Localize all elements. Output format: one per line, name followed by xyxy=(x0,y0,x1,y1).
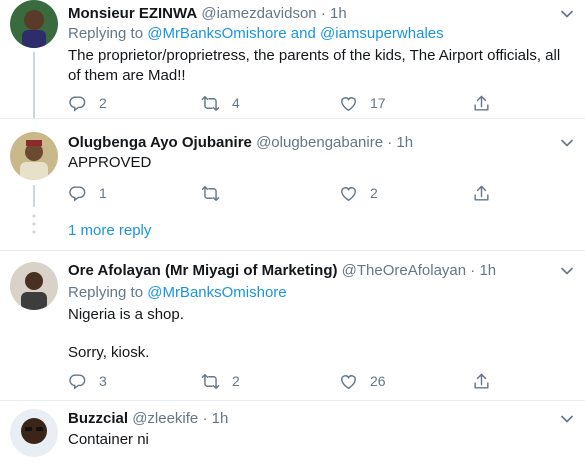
tweet-text: APPROVED xyxy=(68,154,152,171)
chevron-down-icon[interactable] xyxy=(557,4,577,24)
display-name[interactable]: Olugbenga Ayo Ojubanire xyxy=(68,134,252,151)
like-button[interactable]: 2 xyxy=(339,182,378,204)
heart-icon xyxy=(339,184,358,203)
display-name[interactable]: Ore Afolayan (Mr Miyagi of Marketing) xyxy=(68,262,337,279)
reply-count: 2 xyxy=(99,95,107,111)
reply-count: 1 xyxy=(99,185,107,201)
handle[interactable]: @zleekife xyxy=(132,410,198,427)
tweet-header: Olugbenga Ayo Ojubanire @olugbengabanire… xyxy=(68,133,413,153)
display-name[interactable]: Buzzcial xyxy=(68,410,128,427)
tweet-header: Ore Afolayan (Mr Miyagi of Marketing) @T… xyxy=(68,261,496,281)
avatar[interactable] xyxy=(10,262,58,310)
replying-to: Replying to @MrBanksOmishore xyxy=(68,283,287,303)
tweet-1[interactable]: Monsieur EZINWA @iamezdavidson · 1h Repl… xyxy=(0,0,585,118)
heart-icon xyxy=(339,94,358,113)
tweet-3[interactable]: Ore Afolayan (Mr Miyagi of Marketing) @T… xyxy=(0,251,585,401)
share-icon xyxy=(472,372,491,391)
reply-count: 3 xyxy=(99,373,107,389)
heart-icon xyxy=(339,372,358,391)
retweet-icon xyxy=(201,184,220,203)
retweet-button[interactable]: 2 xyxy=(201,370,240,392)
chevron-down-icon[interactable] xyxy=(557,409,577,429)
avatar[interactable] xyxy=(10,0,58,48)
display-name[interactable]: Monsieur EZINWA xyxy=(68,5,197,22)
like-button[interactable]: 17 xyxy=(339,92,386,114)
timestamp[interactable]: 1h xyxy=(396,134,413,151)
tweet-text: The proprietor/proprietress, the parents… xyxy=(68,47,561,84)
share-icon xyxy=(472,184,491,203)
retweet-icon xyxy=(201,94,220,113)
reply-icon xyxy=(68,94,87,113)
timestamp[interactable]: 1h xyxy=(212,410,229,427)
tweet-header: Buzzcial @zleekife · 1h xyxy=(68,409,228,429)
replying-to-label: Replying to xyxy=(68,284,144,301)
replying-to: Replying to @MrBanksOmishore and @iamsup… xyxy=(68,24,444,44)
timestamp[interactable]: 1h xyxy=(479,262,496,279)
separator: · xyxy=(202,410,208,427)
tweet-actions: 1 2 xyxy=(68,182,508,204)
like-count: 17 xyxy=(370,95,386,111)
reply-mentions[interactable]: @MrBanksOmishore xyxy=(147,284,286,301)
like-count: 26 xyxy=(370,373,386,389)
reply-icon xyxy=(68,372,87,391)
avatar[interactable] xyxy=(10,132,58,180)
tweet-text: Container ni xyxy=(68,431,149,448)
tweet-4[interactable]: Buzzcial @zleekife · 1h Container ni xyxy=(0,401,585,463)
chevron-down-icon[interactable] xyxy=(557,133,577,153)
handle[interactable]: @TheOreAfolayan xyxy=(342,262,466,279)
retweet-count: 2 xyxy=(232,373,240,389)
tweet-header: Monsieur EZINWA @iamezdavidson · 1h xyxy=(68,4,347,24)
retweet-button[interactable]: 4 xyxy=(201,92,240,114)
separator: · xyxy=(387,134,393,151)
timestamp[interactable]: 1h xyxy=(330,5,347,22)
like-count: 2 xyxy=(370,185,378,201)
chevron-down-icon[interactable] xyxy=(557,261,577,281)
show-more-replies-link[interactable]: 1 more reply xyxy=(68,222,151,239)
share-button[interactable] xyxy=(472,92,491,114)
retweet-icon xyxy=(201,372,220,391)
retweet-button[interactable] xyxy=(201,182,232,204)
separator: · xyxy=(470,262,476,279)
separator: · xyxy=(320,5,326,22)
handle[interactable]: @iamezdavidson xyxy=(201,5,316,22)
replying-to-label: Replying to xyxy=(68,25,144,42)
like-button[interactable]: 26 xyxy=(339,370,386,392)
avatar[interactable] xyxy=(10,409,58,457)
reply-mentions[interactable]: @MrBanksOmishore and @iamsuperwhales xyxy=(147,25,443,42)
share-button[interactable] xyxy=(472,182,491,204)
share-button[interactable] xyxy=(472,370,491,392)
reply-button[interactable]: 3 xyxy=(68,370,107,392)
tweet-2[interactable]: Olugbenga Ayo Ojubanire @olugbengabanire… xyxy=(0,119,585,207)
tweet-actions: 2 4 17 xyxy=(68,92,508,114)
reply-icon xyxy=(68,184,87,203)
retweet-count: 4 xyxy=(232,95,240,111)
tweet-actions: 3 2 26 xyxy=(68,370,508,392)
reply-button[interactable]: 1 xyxy=(68,182,107,204)
thread-line xyxy=(33,52,35,118)
tweet-text-line-2: Sorry, kiosk. xyxy=(68,344,150,361)
share-icon xyxy=(472,94,491,113)
handle[interactable]: @olugbengabanire xyxy=(256,134,383,151)
reply-button[interactable]: 2 xyxy=(68,92,107,114)
tweet-text-line-1: Nigeria is a shop. xyxy=(68,306,184,323)
thread-dots xyxy=(32,214,36,234)
thread-line xyxy=(33,185,35,207)
